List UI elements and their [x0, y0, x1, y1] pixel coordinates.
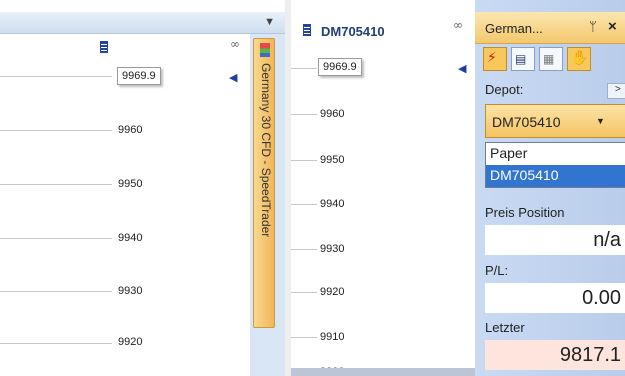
preis-position-field: n/a: [485, 225, 625, 255]
link-icon[interactable]: ∞: [453, 18, 463, 32]
chevron-down-icon: ▼: [596, 116, 605, 126]
speedtrader-tab-label: Germany 30 CFD - SpeedTrader: [259, 63, 273, 238]
order-panel: German... ᛘ × ⚡ ▤ ▦ ✋ Depot: > DM705410 …: [475, 0, 625, 376]
price-tick: 9950: [320, 154, 345, 166]
chart-type-icon[interactable]: [303, 24, 311, 36]
price-tick: 9930: [320, 243, 345, 255]
depot-dropdown-list: Paper DM705410: [485, 142, 625, 188]
price-tick: 9960: [118, 124, 143, 136]
pl-label: P/L:: [485, 263, 509, 278]
speedtrader-tab[interactable]: Germany 30 CFD - SpeedTrader: [253, 38, 275, 328]
depot-title: DM705410: [321, 24, 385, 39]
price-tick: 9940: [320, 198, 345, 210]
preis-position-label: Preis Position: [485, 205, 565, 220]
chart-tab-icon: [260, 43, 270, 57]
gridline: [291, 249, 317, 250]
preis-position-value: n/a: [593, 229, 621, 251]
hand-icon: ✋: [571, 50, 589, 66]
hand-button[interactable]: ✋: [567, 47, 591, 71]
calculator-icon: ▦: [543, 52, 555, 66]
current-price-box: 9969.9: [117, 67, 161, 85]
gridline: [291, 292, 317, 293]
price-tick: 9920: [320, 286, 345, 298]
close-icon[interactable]: ×: [608, 18, 617, 35]
link-icon[interactable]: ∞: [230, 37, 240, 51]
gridline: [0, 76, 112, 77]
price-pointer-icon: ◀: [458, 63, 467, 75]
gridline: [291, 337, 317, 338]
price-tick: 9950: [118, 178, 143, 190]
gridline: [0, 238, 112, 239]
left-price-chart[interactable]: ∞ 9969.9 ◀ 9960 9950 9940 9930 9920: [0, 34, 250, 376]
letzter-value: 9817.1: [559, 344, 621, 366]
order-panel-title-bar: German... ᛘ ×: [475, 12, 625, 44]
letzter-field: 9817.1: [485, 340, 625, 370]
price-tick: 9940: [118, 232, 143, 244]
gridline: [0, 130, 112, 131]
pl-field: 0.00: [485, 283, 625, 313]
depot-select-value: DM705410: [492, 114, 561, 130]
vertical-tab-strip: Germany 30 CFD - SpeedTrader: [250, 34, 285, 376]
calculator-button[interactable]: ▦: [539, 47, 563, 71]
price-tick: 9910: [320, 331, 345, 343]
gridline: [0, 184, 112, 185]
order-toolbar: ⚡ ▤ ▦ ✋: [483, 47, 625, 73]
depot-label: Depot:: [485, 82, 524, 97]
order-lightning-button[interactable]: ⚡: [483, 47, 507, 71]
order-book-icon: ▤: [515, 52, 527, 66]
pin-icon[interactable]: ᛘ: [589, 19, 597, 34]
depot-option-selected[interactable]: DM705410: [486, 165, 625, 187]
gridline: [291, 204, 317, 205]
price-pointer-icon: ◀: [229, 72, 238, 84]
chart-type-icon[interactable]: [100, 41, 108, 53]
price-tick: 9930: [118, 285, 143, 297]
gridline: [291, 68, 317, 69]
order-book-button[interactable]: ▤: [511, 47, 535, 71]
letzter-label: Letzter: [485, 320, 525, 335]
middle-chart-panel: DM705410 ∞ 9969.9 ◀ 9960 9950 9940 9930 …: [291, 0, 475, 376]
gridline: [0, 291, 112, 292]
left-title-bar: ▼: [0, 12, 285, 34]
depot-option-paper[interactable]: Paper: [486, 143, 625, 165]
order-lightning-icon: ⚡: [487, 50, 497, 66]
gridline: [0, 343, 112, 344]
current-price-box: 9969.9: [318, 58, 362, 76]
horizontal-scrollbar[interactable]: [291, 368, 475, 376]
expand-button[interactable]: >: [607, 83, 625, 99]
left-chart-panel: ▼ ∞ 9969.9 ◀ 9960 9950 9940 9930 9920 Ge…: [0, 0, 285, 376]
gridline: [291, 160, 317, 161]
middle-chart-header: DM705410 ∞: [291, 18, 475, 46]
depot-select[interactable]: DM705410 ▼: [485, 104, 625, 138]
price-tick: 9960: [320, 108, 345, 120]
gridline: [291, 114, 317, 115]
order-panel-title: German...: [485, 21, 543, 36]
pl-value: 0.00: [582, 287, 621, 309]
price-tick: 9920: [118, 336, 143, 348]
dropdown-arrow-icon[interactable]: ▼: [264, 16, 275, 28]
